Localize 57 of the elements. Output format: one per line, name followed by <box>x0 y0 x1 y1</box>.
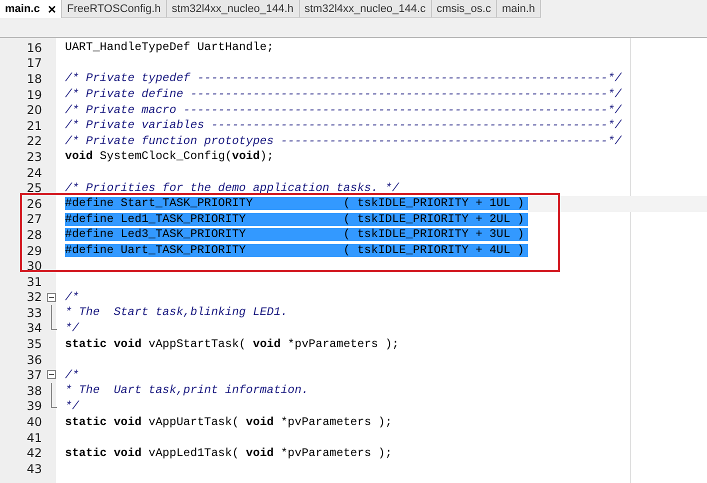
code-line: */ <box>65 400 80 413</box>
code-line: /* Priorities for the demo application tasks. */ <box>65 182 400 195</box>
line-number: 30 <box>26 259 42 274</box>
code-line: /* Private variables ---------------------------------------------------------*/ <box>65 119 623 132</box>
file-tab[interactable]: FreeRTOSConfig.h <box>62 0 167 18</box>
line-number: 20 <box>26 103 42 118</box>
file-tab[interactable]: stm32l4xx_nucleo_144.c <box>300 0 432 18</box>
file-tab[interactable]: main.h <box>496 0 542 18</box>
code-line: /* Private function prototypes -----------------------------------------------*/ <box>65 134 623 148</box>
fold-collapse-icon[interactable] <box>47 370 56 380</box>
line-number: 25 <box>26 181 42 196</box>
line-number: 40 <box>26 415 42 430</box>
line-number: 16 <box>26 40 42 55</box>
line-number: 18 <box>26 72 42 86</box>
line-number: 43 <box>26 462 42 476</box>
code-line: UART_HandleTypeDef UartHandle; <box>65 41 275 54</box>
code-line: static void vAppStartTask( void *pvParameters ); <box>65 338 400 351</box>
line-number: 41 <box>26 430 42 445</box>
code-line: * The Uart task,print information. <box>65 384 310 398</box>
line-number: 32 <box>26 290 42 304</box>
line-number: 29 <box>26 244 42 258</box>
fold-line <box>51 305 52 321</box>
line-number: 33 <box>26 306 42 320</box>
line-number: 26 <box>26 196 42 211</box>
line-number: 37 <box>26 368 42 382</box>
line-number: 23 <box>26 150 42 164</box>
code-line: /* <box>65 290 80 304</box>
code-line: /* Private define ------------------------------------------------------------*/ <box>65 88 623 102</box>
line-number: 31 <box>26 274 42 289</box>
file-tab[interactable]: stm32l4xx_nucleo_144.h <box>166 0 300 18</box>
code-line: static void vAppUartTask( void *pvParameters ); <box>65 416 394 429</box>
code-line: * The Start task,blinking LED1. <box>65 306 289 320</box>
file-tab[interactable]: main.c × <box>0 0 62 18</box>
file-tab[interactable]: cmsis_os.c <box>432 0 497 18</box>
code-line: /* Private macro -------------------------------------------------------------*/ <box>65 104 623 117</box>
code-line: void SystemClock_Config(void); <box>65 150 275 164</box>
close-icon[interactable]: × <box>48 2 56 16</box>
line-number: 17 <box>26 56 42 70</box>
line-number: 34 <box>26 321 42 336</box>
line-number: 24 <box>26 166 42 180</box>
fold-line <box>51 383 52 399</box>
line-number: 28 <box>26 228 42 242</box>
line-number: 42 <box>26 446 42 460</box>
line-number: 39 <box>26 399 42 414</box>
code-line: /* <box>65 368 80 382</box>
fold-end-icon <box>51 320 57 330</box>
line-number: 21 <box>26 118 42 133</box>
code-line: */ <box>65 322 80 335</box>
code-line: /* Private typedef -----------------------------------------------------------*/ <box>65 72 623 86</box>
line-number: 19 <box>26 88 42 102</box>
line-number: 36 <box>26 352 42 367</box>
code-line: static void vAppLed1Task( void *pvParameters ); <box>65 446 394 460</box>
line-number: 35 <box>26 337 42 352</box>
line-number: 27 <box>26 212 42 226</box>
line-number: 22 <box>26 134 42 148</box>
fold-end-icon <box>51 398 57 408</box>
line-number: 38 <box>26 384 42 398</box>
